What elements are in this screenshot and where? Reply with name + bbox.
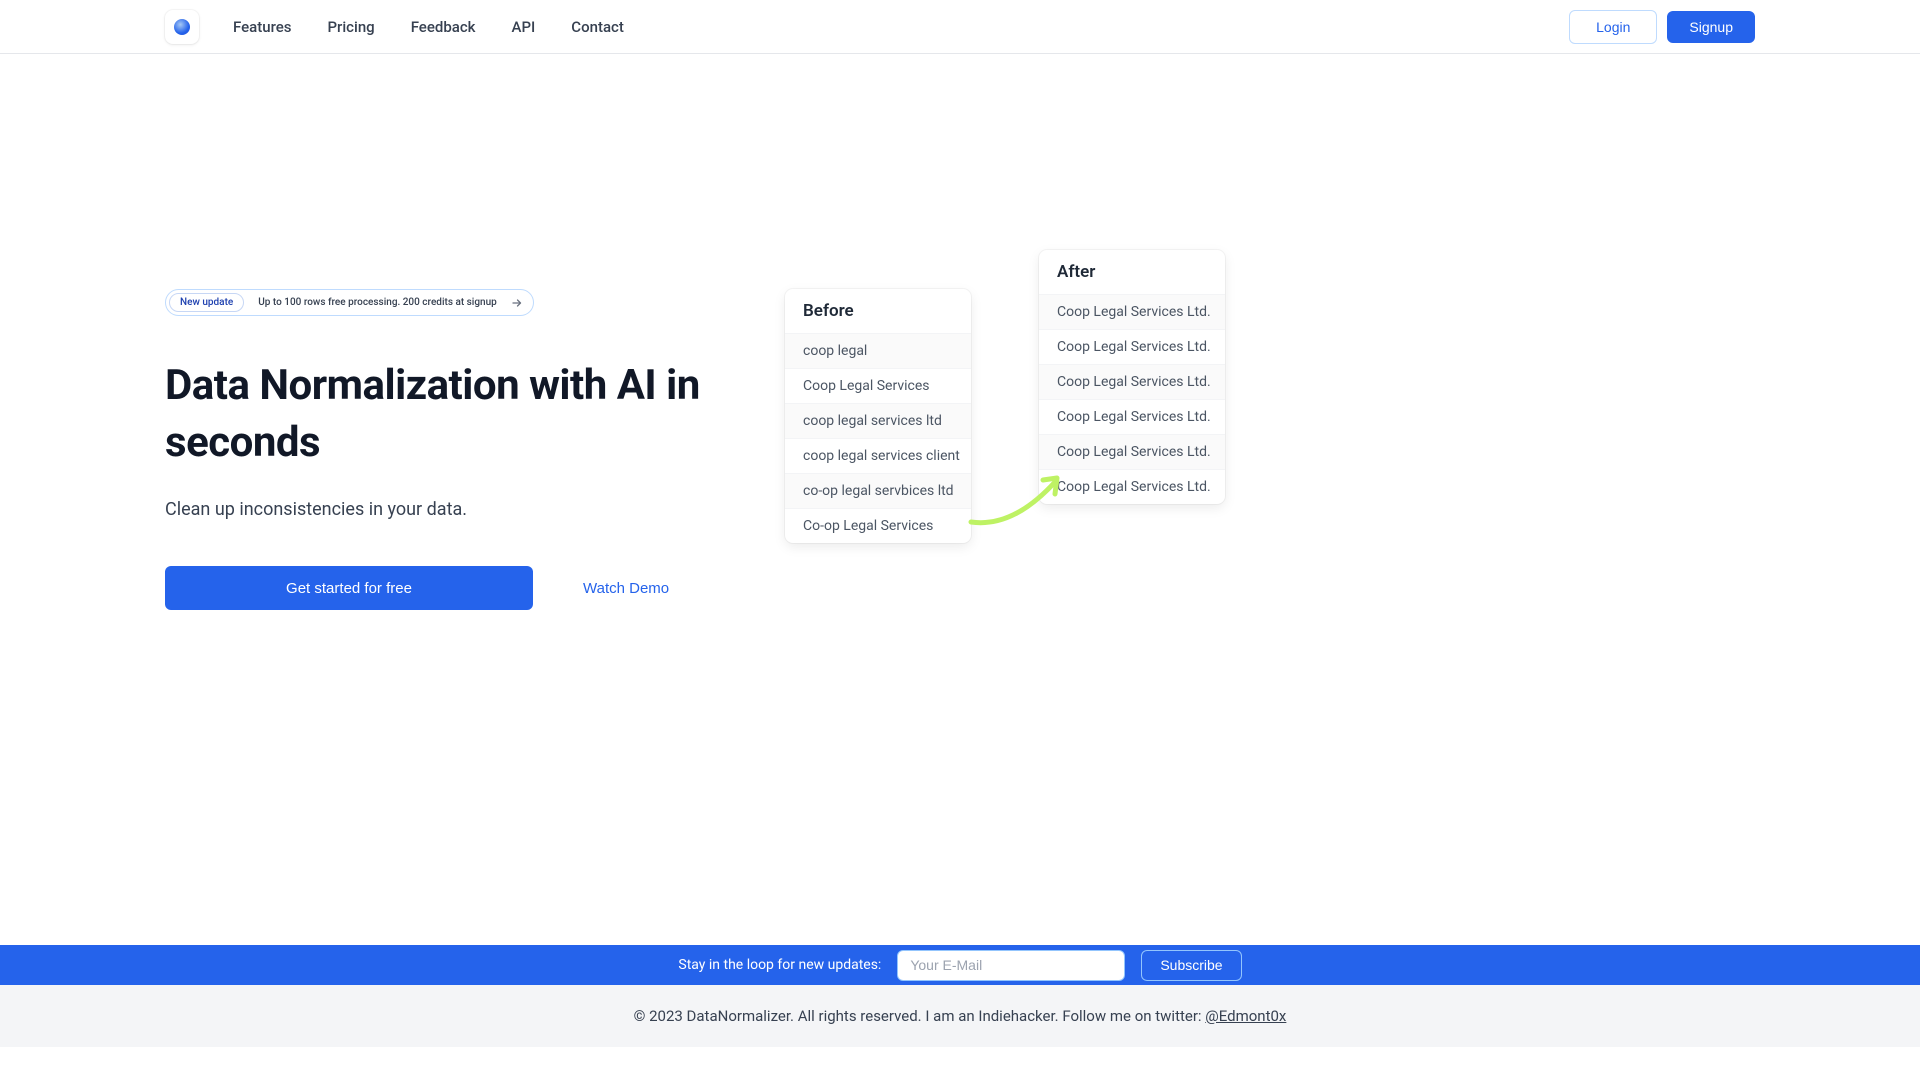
table-row: co-op legal servbices ltd bbox=[785, 473, 971, 508]
table-row: Coop Legal Services Ltd. bbox=[1039, 434, 1225, 469]
subscribe-label: Stay in the loop for new updates: bbox=[678, 957, 881, 973]
table-row: Coop Legal Services Ltd. bbox=[1039, 399, 1225, 434]
table-row: coop legal bbox=[785, 333, 971, 368]
nav-link-features[interactable]: Features bbox=[233, 18, 291, 36]
table-row: Coop Legal Services Ltd. bbox=[1039, 364, 1225, 399]
subscribe-button[interactable]: Subscribe bbox=[1141, 950, 1241, 981]
hero-left: New update Up to 100 rows free processin… bbox=[165, 234, 725, 610]
subscribe-band: Stay in the loop for new updates: Subscr… bbox=[0, 945, 1920, 985]
table-row: Coop Legal Services Ltd. bbox=[1039, 329, 1225, 364]
header-right: Login Signup bbox=[1569, 10, 1755, 44]
main-header: Features Pricing Feedback API Contact Lo… bbox=[0, 0, 1920, 54]
watch-demo-button[interactable]: Watch Demo bbox=[563, 566, 689, 610]
nav-link-contact[interactable]: Contact bbox=[571, 18, 624, 36]
after-card-title: After bbox=[1039, 250, 1225, 294]
badge-text: Up to 100 rows free processing. 200 cred… bbox=[258, 297, 497, 308]
header-left: Features Pricing Feedback API Contact bbox=[165, 10, 624, 44]
nav-link-feedback[interactable]: Feedback bbox=[411, 18, 476, 36]
email-input[interactable] bbox=[897, 950, 1125, 981]
badge-pill: New update bbox=[169, 293, 244, 312]
hero-title: Data Normalization with AI in seconds bbox=[165, 358, 725, 471]
nav-link-api[interactable]: API bbox=[512, 18, 536, 36]
cta-row: Get started for free Watch Demo bbox=[165, 566, 725, 610]
footer: © 2023 DataNormalizer. All rights reserv… bbox=[0, 985, 1920, 1047]
get-started-button[interactable]: Get started for free bbox=[165, 566, 533, 610]
arrow-right-icon bbox=[511, 297, 523, 309]
table-row: Co-op Legal Services bbox=[785, 508, 971, 543]
logo-sphere-icon bbox=[174, 19, 190, 35]
nav-link-pricing[interactable]: Pricing bbox=[327, 18, 374, 36]
before-card: Before coop legal Coop Legal Services co… bbox=[785, 289, 971, 543]
footer-text: © 2023 DataNormalizer. All rights reserv… bbox=[634, 1007, 1206, 1025]
hero-right: Before coop legal Coop Legal Services co… bbox=[785, 234, 1755, 574]
hero-subtitle: Clean up inconsistencies in your data. bbox=[165, 499, 725, 520]
app-logo[interactable] bbox=[165, 10, 199, 44]
table-row: Coop Legal Services Ltd. bbox=[1039, 469, 1225, 504]
table-row: coop legal services client bbox=[785, 438, 971, 473]
after-card: After Coop Legal Services Ltd. Coop Lega… bbox=[1039, 250, 1225, 504]
table-row: coop legal services ltd bbox=[785, 403, 971, 438]
signup-button[interactable]: Signup bbox=[1667, 11, 1755, 43]
twitter-link[interactable]: @Edmont0x bbox=[1205, 1007, 1286, 1025]
update-badge[interactable]: New update Up to 100 rows free processin… bbox=[165, 289, 534, 316]
hero-section: New update Up to 100 rows free processin… bbox=[0, 54, 1920, 945]
table-row: Coop Legal Services Ltd. bbox=[1039, 294, 1225, 329]
before-card-title: Before bbox=[785, 289, 971, 333]
login-button[interactable]: Login bbox=[1569, 10, 1657, 44]
main-nav: Features Pricing Feedback API Contact bbox=[233, 18, 624, 36]
table-row: Coop Legal Services bbox=[785, 368, 971, 403]
